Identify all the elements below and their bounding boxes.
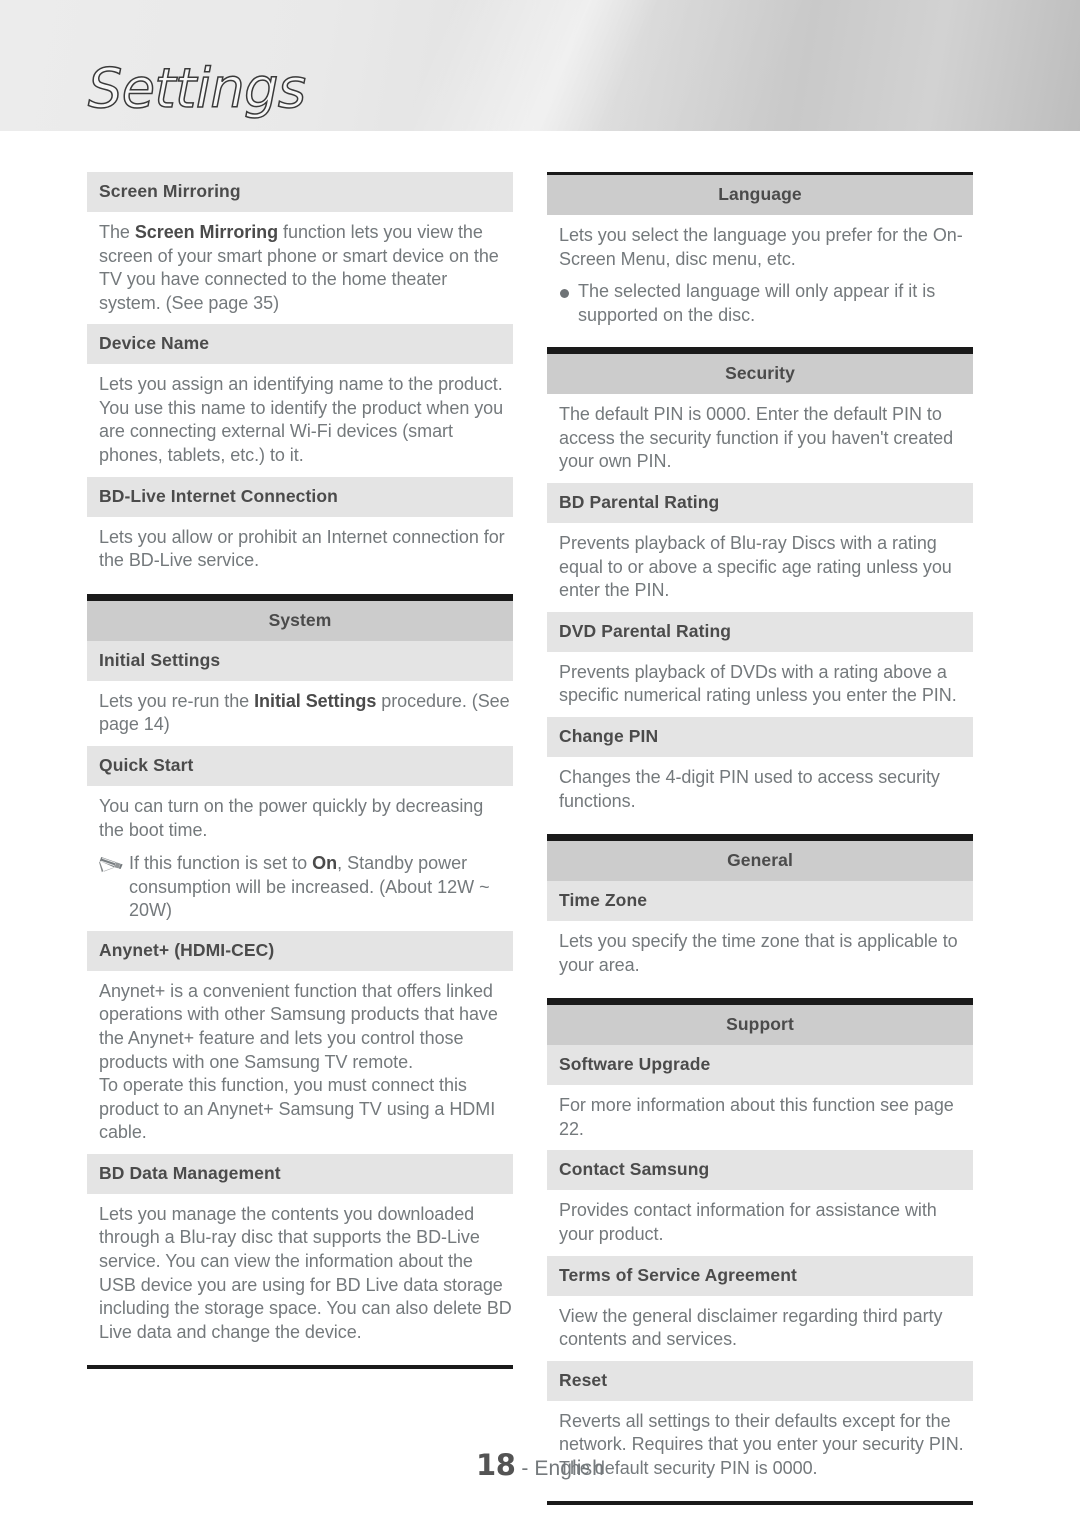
sub-header-initial-settings: Initial Settings <box>87 640 513 681</box>
contact-samsung-body: Provides contact information for assista… <box>559 1200 937 1244</box>
section-header-security: Security <box>547 351 973 395</box>
change-pin-body: Changes the 4-digit PIN used to access s… <box>559 766 940 811</box>
note-text: If this function is set to On, Standby p… <box>129 853 490 921</box>
terms-of-service-agreement-body: View the general disclaimer regarding th… <box>559 1305 943 1350</box>
bullet-dot-icon <box>560 289 569 299</box>
sub-header-bd-live-internet-connection: BD-Live Internet Connection <box>87 476 513 517</box>
anynet-hdmi-cec-body: Anynet+ is a convenient function that of… <box>99 980 498 1143</box>
sub-header-change-pin: Change PIN <box>547 716 973 757</box>
section-header-system: System <box>87 597 513 641</box>
right-column: Language Lets you select the language you… <box>547 172 973 1506</box>
sub-header-time-zone: Time Zone <box>547 881 973 922</box>
section-header-language: Language <box>547 172 973 215</box>
section-header-general: General <box>547 838 973 882</box>
software-upgrade-body: For more information about this function… <box>559 1095 954 1139</box>
bd-parental-rating-body: Prevents playback of Blu-ray Discs with … <box>559 533 952 601</box>
note-icon-wrap <box>99 852 125 873</box>
bd-live-internet-connection-body: Lets you allow or prohibit an Internet c… <box>99 526 505 571</box>
page-banner: Settings <box>0 0 1080 131</box>
sub-header-device-name: Device Name <box>87 324 513 365</box>
sub-header-bd-data-management: BD Data Management <box>87 1153 513 1194</box>
sub-header-software-upgrade: Software Upgrade <box>547 1045 973 1086</box>
sub-header-quick-start: Quick Start <box>87 745 513 786</box>
security-body: The default PIN is 0000. Enter the defau… <box>559 404 954 472</box>
section-header-support: Support <box>547 1002 973 1046</box>
sub-header-terms-of-service-agreement: Terms of Service Agreement <box>547 1255 973 1296</box>
emphasis-text: On <box>312 853 338 874</box>
emphasis-text: Initial Settings <box>254 690 377 711</box>
footer-page-number: 18 <box>476 1448 516 1482</box>
sub-header-dvd-parental-rating: DVD Parental Rating <box>547 611 973 652</box>
language-bullet: The selected language will only appear i… <box>547 280 973 335</box>
pencil-note-icon <box>99 857 123 877</box>
initial-settings-body: Lets you re-run the Initial Settings pro… <box>99 690 510 735</box>
quick-start-note: If this function is set to On, Standby p… <box>87 851 513 931</box>
sub-header-bd-parental-rating: BD Parental Rating <box>547 483 973 524</box>
bd-data-management-body: Lets you manage the contents you downloa… <box>99 1203 512 1342</box>
quick-start-body: You can turn on the power quickly by dec… <box>99 795 484 840</box>
language-body: Lets you select the language you prefer … <box>559 225 963 269</box>
screen-mirroring-body: The Screen Mirroring function lets you v… <box>99 222 499 313</box>
left-column-end-rule <box>87 1365 513 1370</box>
sub-header-anynet-hdmi-cec: Anynet+ (HDMI-CEC) <box>87 930 513 971</box>
device-name-body: Lets you assign an identifying name to t… <box>99 374 504 466</box>
left-column: Screen Mirroring The Screen Mirroring fun… <box>87 172 513 1370</box>
sub-header-reset: Reset <box>547 1360 973 1401</box>
sub-header-screen-mirroring: Screen Mirroring <box>87 172 513 212</box>
emphasis-text: Screen Mirroring <box>134 222 279 242</box>
time-zone-body: Lets you specify the time zone that is a… <box>559 931 958 975</box>
page-body: Screen Mirroring The Screen Mirroring fun… <box>0 131 1080 1532</box>
page-footer: 18 - English <box>0 1448 1080 1482</box>
footer-language: English <box>534 1457 604 1480</box>
bullet-text: The selected language will only appear i… <box>578 281 936 325</box>
dvd-parental-rating-body: Prevents playback of DVDs with a rating … <box>559 661 957 706</box>
page-title: Settings <box>87 57 306 120</box>
footer-separator: - <box>515 1457 535 1480</box>
sub-header-contact-samsung: Contact Samsung <box>547 1150 973 1191</box>
right-column-end-rule <box>547 1501 973 1506</box>
